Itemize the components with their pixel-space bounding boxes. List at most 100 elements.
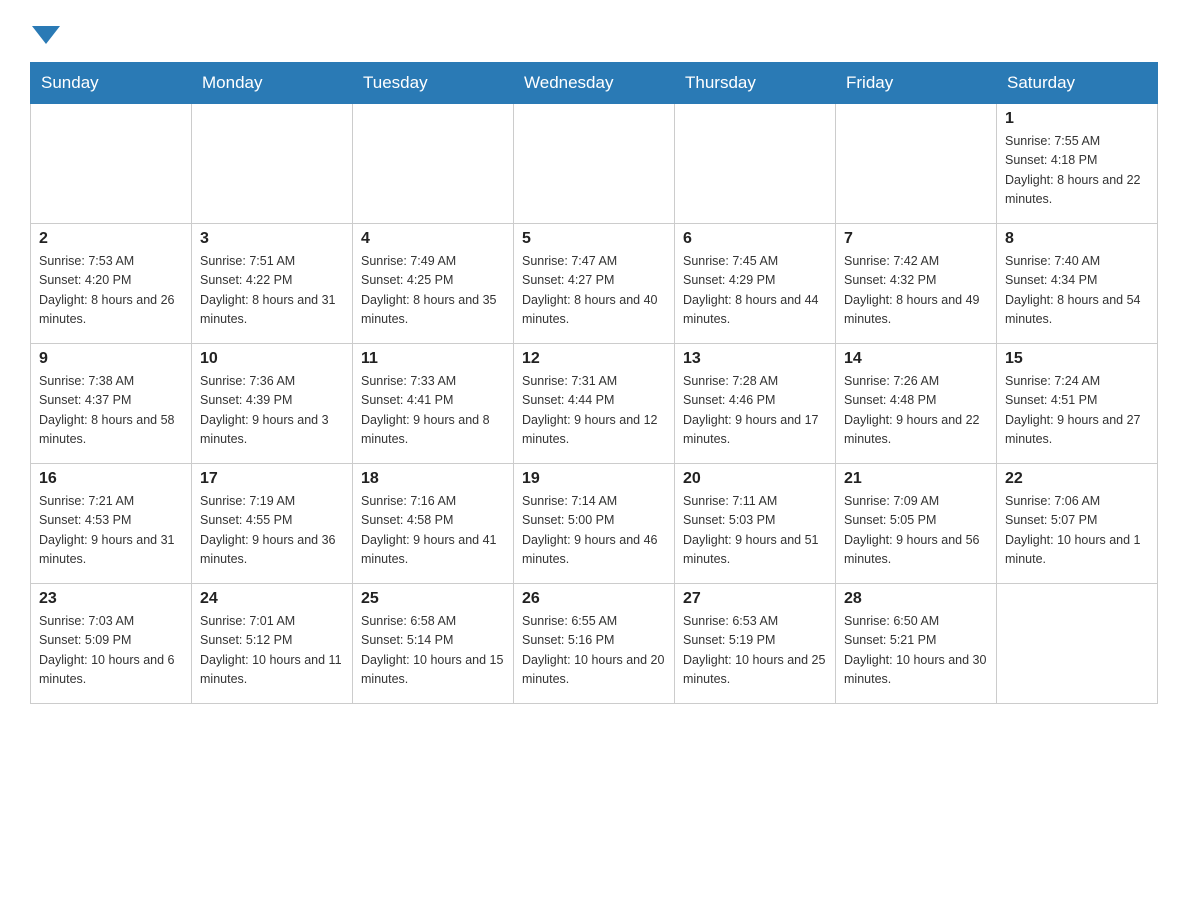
day-number: 5 <box>522 230 666 248</box>
day-cell: 23 Sunrise: 7:03 AMSunset: 5:09 PMDayligh… <box>31 584 192 704</box>
day-cell: 12Sunrise: 7:31 AMSunset: 4:44 PMDayligh… <box>514 344 675 464</box>
day-number: 21 <box>844 470 988 488</box>
day-cell: 26 Sunrise: 6:55 AMSunset: 5:16 PMDayligh… <box>514 584 675 704</box>
day-info: Sunrise: 7:42 AMSunset: 4:32 PMDaylight:… <box>844 252 988 330</box>
day-cell: 22 Sunrise: 7:06 AMSunset: 5:07 PMDayligh… <box>997 464 1158 584</box>
day-info: Sunrise: 6:58 AMSunset: 5:14 PMDaylight:… <box>361 612 505 690</box>
day-number: 22 <box>1005 470 1149 488</box>
day-number: 27 <box>683 590 827 608</box>
day-info: Sunrise: 7:51 AMSunset: 4:22 PMDaylight:… <box>200 252 344 330</box>
day-cell: 21 Sunrise: 7:09 AMSunset: 5:05 PMDayligh… <box>836 464 997 584</box>
day-info: Sunrise: 7:03 AMSunset: 5:09 PMDaylight:… <box>39 612 183 690</box>
day-number: 25 <box>361 590 505 608</box>
day-info: Sunrise: 7:36 AMSunset: 4:39 PMDaylight:… <box>200 372 344 450</box>
day-info: Sunrise: 7:33 AMSunset: 4:41 PMDaylight:… <box>361 372 505 450</box>
day-info: Sunrise: 7:53 AMSunset: 4:20 PMDaylight:… <box>39 252 183 330</box>
day-info: Sunrise: 7:16 AMSunset: 4:58 PMDaylight:… <box>361 492 505 570</box>
day-cell: 9 Sunrise: 7:38 AMSunset: 4:37 PMDaylight… <box>31 344 192 464</box>
day-info: Sunrise: 6:55 AMSunset: 5:16 PMDaylight:… <box>522 612 666 690</box>
day-cell <box>31 104 192 224</box>
weekday-header-wednesday: Wednesday <box>514 63 675 104</box>
day-info: Sunrise: 7:38 AMSunset: 4:37 PMDaylight:… <box>39 372 183 450</box>
day-cell <box>514 104 675 224</box>
day-cell: 6 Sunrise: 7:45 AMSunset: 4:29 PMDaylight… <box>675 224 836 344</box>
day-number: 11 <box>361 350 505 368</box>
day-cell: 3 Sunrise: 7:51 AMSunset: 4:22 PMDaylight… <box>192 224 353 344</box>
day-cell: 17 Sunrise: 7:19 AMSunset: 4:55 PMDayligh… <box>192 464 353 584</box>
weekday-header-sunday: Sunday <box>31 63 192 104</box>
day-cell <box>997 584 1158 704</box>
day-info: Sunrise: 7:11 AMSunset: 5:03 PMDaylight:… <box>683 492 827 570</box>
week-row-3: 9 Sunrise: 7:38 AMSunset: 4:37 PMDaylight… <box>31 344 1158 464</box>
day-info: Sunrise: 7:01 AMSunset: 5:12 PMDaylight:… <box>200 612 344 690</box>
day-number: 7 <box>844 230 988 248</box>
day-number: 23 <box>39 590 183 608</box>
day-cell <box>192 104 353 224</box>
day-info: Sunrise: 7:14 AMSunset: 5:00 PMDaylight:… <box>522 492 666 570</box>
day-cell: 18 Sunrise: 7:16 AMSunset: 4:58 PMDayligh… <box>353 464 514 584</box>
day-info: Sunrise: 7:28 AMSunset: 4:46 PMDaylight:… <box>683 372 827 450</box>
day-cell: 25 Sunrise: 6:58 AMSunset: 5:14 PMDayligh… <box>353 584 514 704</box>
weekday-header-thursday: Thursday <box>675 63 836 104</box>
day-cell: 19Sunrise: 7:14 AMSunset: 5:00 PMDayligh… <box>514 464 675 584</box>
day-cell: 10 Sunrise: 7:36 AMSunset: 4:39 PMDayligh… <box>192 344 353 464</box>
day-info: Sunrise: 7:49 AMSunset: 4:25 PMDaylight:… <box>361 252 505 330</box>
logo-arrow-icon <box>32 26 60 44</box>
day-number: 1 <box>1005 110 1149 128</box>
day-cell: 7 Sunrise: 7:42 AMSunset: 4:32 PMDaylight… <box>836 224 997 344</box>
day-number: 14 <box>844 350 988 368</box>
day-number: 2 <box>39 230 183 248</box>
day-number: 10 <box>200 350 344 368</box>
day-info: Sunrise: 7:40 AMSunset: 4:34 PMDaylight:… <box>1005 252 1149 330</box>
day-cell: 11 Sunrise: 7:33 AMSunset: 4:41 PMDayligh… <box>353 344 514 464</box>
day-info: Sunrise: 7:21 AMSunset: 4:53 PMDaylight:… <box>39 492 183 570</box>
weekday-header-friday: Friday <box>836 63 997 104</box>
day-number: 16 <box>39 470 183 488</box>
day-info: Sunrise: 7:26 AMSunset: 4:48 PMDaylight:… <box>844 372 988 450</box>
day-number: 26 <box>522 590 666 608</box>
logo <box>30 20 62 44</box>
weekday-header-monday: Monday <box>192 63 353 104</box>
day-cell: 2 Sunrise: 7:53 AMSunset: 4:20 PMDaylight… <box>31 224 192 344</box>
day-cell <box>836 104 997 224</box>
day-number: 3 <box>200 230 344 248</box>
week-row-2: 2 Sunrise: 7:53 AMSunset: 4:20 PMDaylight… <box>31 224 1158 344</box>
day-cell <box>353 104 514 224</box>
day-number: 24 <box>200 590 344 608</box>
day-cell: 8 Sunrise: 7:40 AMSunset: 4:34 PMDaylight… <box>997 224 1158 344</box>
day-cell: 28 Sunrise: 6:50 AMSunset: 5:21 PMDayligh… <box>836 584 997 704</box>
day-cell <box>675 104 836 224</box>
week-row-5: 23 Sunrise: 7:03 AMSunset: 5:09 PMDayligh… <box>31 584 1158 704</box>
day-info: Sunrise: 7:45 AMSunset: 4:29 PMDaylight:… <box>683 252 827 330</box>
day-number: 28 <box>844 590 988 608</box>
day-cell: 15Sunrise: 7:24 AMSunset: 4:51 PMDayligh… <box>997 344 1158 464</box>
day-info: Sunrise: 7:47 AMSunset: 4:27 PMDaylight:… <box>522 252 666 330</box>
day-info: Sunrise: 6:50 AMSunset: 5:21 PMDaylight:… <box>844 612 988 690</box>
day-number: 17 <box>200 470 344 488</box>
day-info: Sunrise: 7:06 AMSunset: 5:07 PMDaylight:… <box>1005 492 1149 570</box>
day-info: Sunrise: 7:24 AMSunset: 4:51 PMDaylight:… <box>1005 372 1149 450</box>
weekday-header-tuesday: Tuesday <box>353 63 514 104</box>
weekday-header-saturday: Saturday <box>997 63 1158 104</box>
day-number: 4 <box>361 230 505 248</box>
day-number: 13 <box>683 350 827 368</box>
calendar-table: SundayMondayTuesdayWednesdayThursdayFrid… <box>30 62 1158 704</box>
day-number: 20 <box>683 470 827 488</box>
day-cell: 5 Sunrise: 7:47 AMSunset: 4:27 PMDaylight… <box>514 224 675 344</box>
day-info: Sunrise: 7:09 AMSunset: 5:05 PMDaylight:… <box>844 492 988 570</box>
day-info: Sunrise: 7:55 AMSunset: 4:18 PMDaylight:… <box>1005 132 1149 210</box>
day-cell: 27 Sunrise: 6:53 AMSunset: 5:19 PMDayligh… <box>675 584 836 704</box>
page-header <box>30 20 1158 44</box>
week-row-4: 16 Sunrise: 7:21 AMSunset: 4:53 PMDayligh… <box>31 464 1158 584</box>
day-cell: 24 Sunrise: 7:01 AMSunset: 5:12 PMDayligh… <box>192 584 353 704</box>
day-cell: 1 Sunrise: 7:55 AMSunset: 4:18 PMDaylight… <box>997 104 1158 224</box>
day-number: 9 <box>39 350 183 368</box>
day-number: 18 <box>361 470 505 488</box>
day-cell: 20 Sunrise: 7:11 AMSunset: 5:03 PMDayligh… <box>675 464 836 584</box>
day-info: Sunrise: 6:53 AMSunset: 5:19 PMDaylight:… <box>683 612 827 690</box>
day-info: Sunrise: 7:19 AMSunset: 4:55 PMDaylight:… <box>200 492 344 570</box>
day-number: 6 <box>683 230 827 248</box>
day-cell: 13 Sunrise: 7:28 AMSunset: 4:46 PMDayligh… <box>675 344 836 464</box>
day-number: 8 <box>1005 230 1149 248</box>
day-cell: 4 Sunrise: 7:49 AMSunset: 4:25 PMDaylight… <box>353 224 514 344</box>
